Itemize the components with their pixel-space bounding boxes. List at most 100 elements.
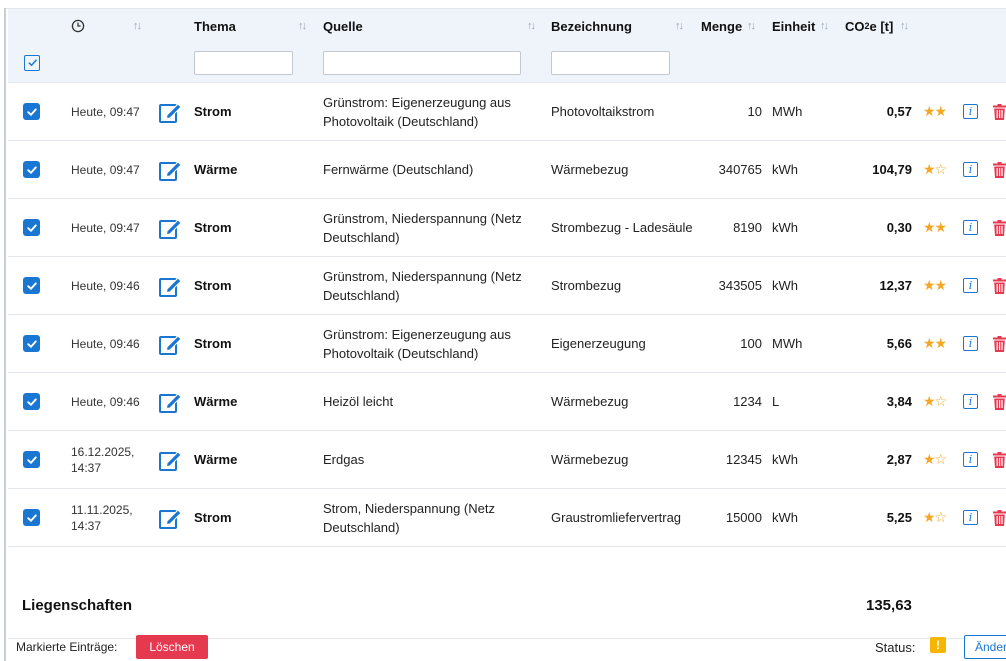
row-menge: 10	[747, 104, 762, 119]
star-rating: ★★	[923, 277, 947, 293]
row-quelle: Heizöl leicht	[323, 394, 394, 409]
trash-icon[interactable]	[993, 431, 1006, 488]
warning-icon[interactable]: !	[930, 637, 946, 653]
row-bezeichnung: Photovoltaikstrom	[551, 104, 655, 119]
table-header-row: ↑↓ Thema ↑↓ Quelle ↑↓ Bezeichnung ↑↓ Men…	[8, 9, 1006, 43]
trash-icon[interactable]	[993, 315, 1006, 372]
quelle-sort-icon[interactable]: ↑↓	[527, 9, 536, 43]
trash-icon[interactable]	[993, 257, 1006, 314]
info-icon: i	[963, 278, 978, 293]
info-button[interactable]: i	[963, 141, 978, 198]
row-bezeichnung: Strombezug - Ladesäule	[551, 220, 693, 235]
quelle-header[interactable]: Quelle	[323, 9, 363, 43]
star-rating: ★☆	[923, 451, 947, 467]
edit-icon[interactable]	[158, 489, 182, 546]
bezeichnung-sort-icon[interactable]: ↑↓	[675, 9, 684, 43]
row-menge: 15000	[725, 510, 762, 525]
row-checkbox[interactable]	[23, 373, 40, 430]
row-date: 11.11.2025, 14:37	[71, 502, 133, 533]
row-checkbox[interactable]	[23, 257, 40, 314]
row-checkbox[interactable]	[23, 83, 40, 140]
trash-icon[interactable]	[993, 489, 1006, 546]
checkmark-icon	[23, 509, 40, 526]
row-thema: Strom	[194, 510, 232, 525]
einheit-header[interactable]: Einheit	[772, 9, 815, 43]
info-icon: i	[963, 510, 978, 525]
row-co2: 12,37	[879, 278, 912, 293]
edit-icon[interactable]	[158, 83, 182, 140]
time-sort-icon[interactable]: ↑↓	[133, 9, 142, 43]
row-checkbox[interactable]	[23, 431, 40, 488]
row-menge: 12345	[725, 452, 762, 467]
star-rating: ★★	[923, 219, 947, 235]
emissions-table: ↑↓ Thema ↑↓ Quelle ↑↓ Bezeichnung ↑↓ Men…	[8, 9, 1006, 547]
row-date: Heute, 09:46	[71, 394, 140, 409]
select-all-checkbox[interactable]	[24, 43, 40, 82]
row-checkbox[interactable]	[23, 199, 40, 256]
row-date: Heute, 09:47	[71, 104, 140, 119]
co2-header-suffix: e [t]	[869, 18, 894, 34]
info-button[interactable]: i	[963, 199, 978, 256]
table-body: Heute, 09:47 Strom Grünstrom: Eigenerzeu…	[8, 83, 1006, 547]
total-row: Liegenschaften 135,63	[8, 575, 1006, 639]
delete-marked-button[interactable]: Löschen	[136, 635, 208, 659]
row-date: Heute, 09:46	[71, 278, 140, 293]
row-menge: 8190	[733, 220, 762, 235]
edit-icon[interactable]	[158, 141, 182, 198]
bezeichnung-filter-input[interactable]	[551, 51, 670, 75]
row-checkbox[interactable]	[23, 315, 40, 372]
change-button[interactable]: Änderr	[964, 635, 1006, 659]
menge-header[interactable]: Menge	[701, 9, 742, 43]
clock-icon[interactable]	[71, 9, 85, 43]
einheit-sort-icon[interactable]: ↑↓	[820, 9, 829, 43]
quelle-filter-input[interactable]	[323, 51, 521, 75]
thema-header[interactable]: Thema	[194, 9, 236, 43]
row-einheit: MWh	[772, 336, 803, 351]
checkmark-icon	[23, 103, 40, 120]
co2-header[interactable]: CO 2 e [t]	[845, 9, 893, 43]
edit-icon[interactable]	[158, 199, 182, 256]
info-button[interactable]: i	[963, 373, 978, 430]
row-einheit: kWh	[772, 278, 798, 293]
info-button[interactable]: i	[963, 83, 978, 140]
trash-icon[interactable]	[993, 199, 1006, 256]
menge-sort-icon[interactable]: ↑↓	[747, 9, 756, 43]
row-thema: Strom	[194, 220, 232, 235]
co2-sort-icon[interactable]: ↑↓	[900, 9, 909, 43]
trash-icon[interactable]	[993, 373, 1006, 430]
info-button[interactable]: i	[963, 431, 978, 488]
table-row: Heute, 09:46 Wärme Heizöl leicht Wärmebe…	[8, 373, 1006, 431]
thema-filter-input[interactable]	[194, 51, 293, 75]
row-thema: Strom	[194, 336, 232, 351]
table-row: Heute, 09:47 Wärme Fernwärme (Deutschlan…	[8, 141, 1006, 199]
row-checkbox[interactable]	[23, 141, 40, 198]
info-button[interactable]: i	[963, 257, 978, 314]
star-rating: ★☆	[923, 509, 947, 525]
edit-icon[interactable]	[158, 257, 182, 314]
edit-icon[interactable]	[158, 315, 182, 372]
row-einheit: kWh	[772, 510, 798, 525]
checkmark-icon	[23, 219, 40, 236]
row-co2: 2,87	[886, 452, 912, 467]
info-icon: i	[963, 336, 978, 351]
checkmark-icon	[23, 335, 40, 352]
info-icon: i	[963, 162, 978, 177]
marked-entries-label: Markierte Einträge:	[16, 640, 118, 654]
star-rating: ★★	[923, 335, 947, 351]
info-button[interactable]: i	[963, 489, 978, 546]
info-button[interactable]: i	[963, 315, 978, 372]
row-co2: 5,25	[886, 510, 912, 525]
row-checkbox[interactable]	[23, 489, 40, 546]
table-filter-row	[8, 43, 1006, 83]
bezeichnung-header[interactable]: Bezeichnung	[551, 9, 632, 43]
edit-icon[interactable]	[158, 373, 182, 430]
trash-icon[interactable]	[993, 83, 1006, 140]
thema-sort-icon[interactable]: ↑↓	[298, 9, 307, 43]
info-icon: i	[963, 220, 978, 235]
row-thema: Wärme	[194, 162, 238, 177]
row-thema: Wärme	[194, 394, 238, 409]
row-co2: 104,79	[872, 162, 912, 177]
co2-header-prefix: CO	[845, 18, 865, 34]
trash-icon[interactable]	[993, 141, 1006, 198]
edit-icon[interactable]	[158, 431, 182, 488]
